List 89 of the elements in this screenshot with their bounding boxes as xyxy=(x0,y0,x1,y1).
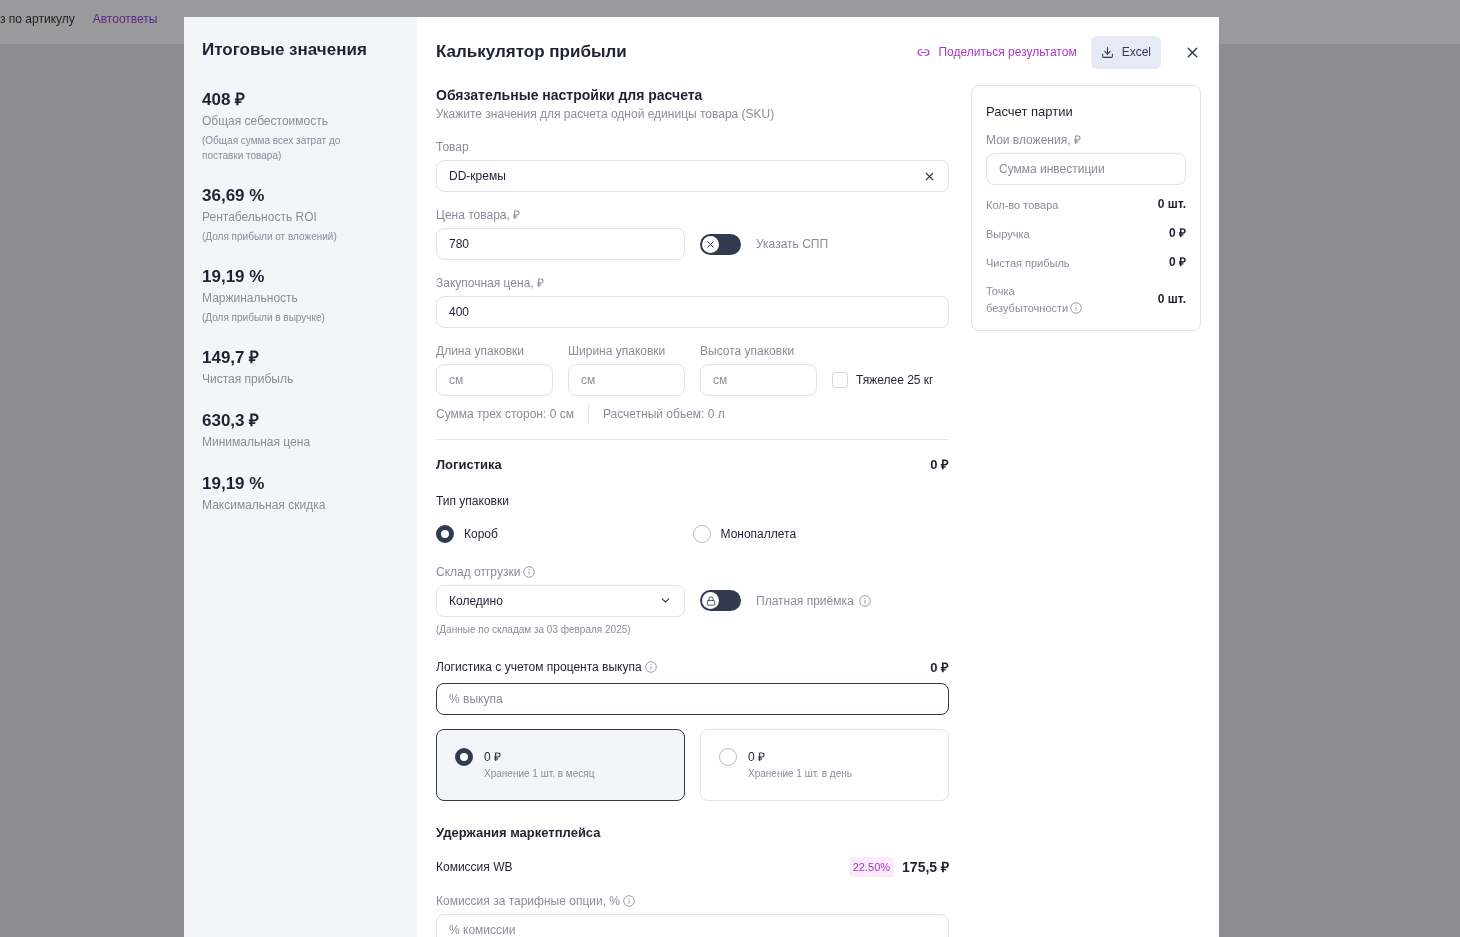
investment-field[interactable]: Сумма инвестиции xyxy=(986,152,1186,185)
field-label: Ширина упаковки xyxy=(568,343,667,360)
purchase-price-field[interactable]: 400 xyxy=(436,296,949,328)
field-label: Длина упаковки xyxy=(436,343,526,360)
storage-option-card[interactable]: 0 ₽ Хранение 1 шт. в день xyxy=(700,729,949,801)
batch-label: Чистая прибыль xyxy=(986,256,1070,269)
info-icon xyxy=(523,565,536,578)
batch-value: 0 ₽ xyxy=(1169,225,1186,242)
sides-sum-text: Сумма трех сторон: 0 см xyxy=(436,406,574,423)
summary-label: Чистая прибыль xyxy=(202,370,295,388)
storage-label: Хранение 1 шт. в месяц xyxy=(484,767,595,781)
commission-amount: 175,5 ₽ xyxy=(902,857,949,877)
buyout-field[interactable]: % выкупа xyxy=(436,683,949,715)
batch-value: 0 шт. xyxy=(1157,196,1186,213)
nav-link[interactable]: з по артикулу xyxy=(0,10,75,28)
dimension-field[interactable]: см xyxy=(436,364,553,396)
batch-label: Точка безубыточности xyxy=(986,284,1069,314)
radio-button[interactable] xyxy=(436,524,454,543)
card-title: Расчет партии xyxy=(986,103,1074,121)
section-title: Обязательные настройки для расчета xyxy=(436,86,704,105)
volume-text: Расчетный обьем: 0 л xyxy=(602,406,725,423)
dimension-field[interactable]: см xyxy=(568,364,685,396)
summary-note: (Доля прибыли в выручке) xyxy=(202,310,326,325)
radio-label: Монопаллета xyxy=(720,525,797,543)
storage-option-card[interactable]: 0 ₽ Хранение 1 шт. в месяц xyxy=(436,729,685,801)
summary-value: 630,3 ₽ xyxy=(202,409,261,432)
excel-button[interactable]: Excel xyxy=(1090,35,1161,69)
field-label: Тип упаковки xyxy=(436,492,510,510)
summary-note: (Общая сумма всех затрат до поставки товара) xyxy=(202,133,342,163)
toggle-label: Платная приёмка xyxy=(756,592,854,610)
field-label: Высота упаковки xyxy=(700,343,796,360)
batch-value: 0 ₽ xyxy=(1169,254,1186,271)
radio-button[interactable] xyxy=(455,748,473,766)
storage-amount: 0 ₽ xyxy=(748,749,766,766)
summary-value: 36,69 % xyxy=(202,184,266,207)
modal-title: Калькулятор прибыли xyxy=(436,41,627,64)
radio-button[interactable] xyxy=(692,524,711,543)
field-label: Товар xyxy=(436,139,470,156)
radio-button[interactable] xyxy=(719,748,737,766)
field-label: Мои вложения, ₽ xyxy=(986,131,1082,149)
checkbox[interactable] xyxy=(832,372,848,388)
info-icon xyxy=(858,594,871,607)
lock-icon xyxy=(705,595,716,606)
storage-label: Хранение 1 шт. в день xyxy=(748,767,852,781)
field-label: Логистика с учетом процента выкупа xyxy=(436,659,642,677)
field-label: Комиссия за тарифные опции, % xyxy=(436,892,620,910)
summary-label: Рентабельность ROI xyxy=(202,208,318,226)
download-icon xyxy=(1100,45,1114,59)
storage-amount: 0 ₽ xyxy=(484,749,502,766)
summary-label: Маржинальность xyxy=(202,289,299,307)
section-subtitle: Укажите значения для расчета одной единицы товара (SKU) xyxy=(436,106,776,123)
data-note: (Данные по складам за 03 февраля 2025) xyxy=(436,622,632,637)
batch-label: Кол-во товара xyxy=(986,198,1059,211)
close-icon xyxy=(705,238,716,250)
summary-label: Максимальная скидка xyxy=(202,496,327,514)
warehouse-dropdown[interactable]: Коледино xyxy=(436,584,685,617)
summary-note: (Доля прибыли от вложений) xyxy=(202,229,338,244)
summary-value: 19,19 % xyxy=(202,265,266,288)
section-title: Удержания маркетплейса xyxy=(436,824,602,842)
batch-value: 0 шт. xyxy=(1157,290,1186,308)
summary-value: 19,19 % xyxy=(202,472,266,495)
toggle-switch[interactable] xyxy=(700,233,741,255)
summary-title: Итоговые значения xyxy=(202,39,368,61)
summary-label: Общая себестоимость xyxy=(202,112,329,130)
info-icon xyxy=(623,894,635,907)
field-label: Закупочная цена, ₽ xyxy=(436,275,545,292)
nav-link[interactable]: Автоответы xyxy=(92,10,158,28)
batch-label: Выручка xyxy=(986,227,1030,240)
summary-value: 149,7 ₽ xyxy=(202,346,261,369)
info-icon xyxy=(1070,302,1083,315)
radio-label: Короб xyxy=(464,525,498,543)
summary-label: Минимальная цена xyxy=(202,433,312,451)
dimension-field[interactable]: см xyxy=(700,364,817,396)
section-title: Логистика xyxy=(436,456,502,474)
product-field[interactable]: DD-кремы xyxy=(436,160,949,192)
buyout-amount: 0 ₽ xyxy=(930,658,949,677)
tariff-commission-field[interactable]: % комиссии xyxy=(436,913,949,937)
commission-label: Комиссия WB xyxy=(436,859,513,876)
price-field[interactable]: 780 xyxy=(436,228,685,260)
info-icon xyxy=(644,661,657,674)
logistics-amount: 0 ₽ xyxy=(930,456,949,474)
field-label: Цена товара, ₽ xyxy=(436,207,522,224)
toggle-label: Указать СПП xyxy=(756,236,829,253)
commission-badge: 22.50% xyxy=(848,856,895,878)
share-link[interactable]: Поделиться результатом xyxy=(917,43,1077,61)
toggle-switch[interactable] xyxy=(700,590,741,611)
checkbox-label: Тяжелее 25 кг xyxy=(856,372,934,389)
field-label: Склад отгрузки xyxy=(436,563,521,581)
summary-value: 408 ₽ xyxy=(202,88,247,111)
